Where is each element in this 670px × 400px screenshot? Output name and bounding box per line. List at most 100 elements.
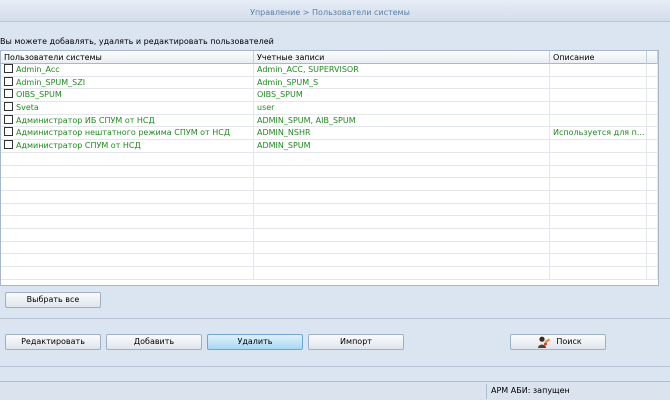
table-row (1, 190, 658, 204)
cell-description (550, 114, 647, 127)
row-checkbox[interactable] (4, 114, 13, 124)
divider-bottom (0, 366, 670, 367)
cell-extra (647, 228, 658, 241)
column-header-description[interactable]: Описание (550, 51, 647, 64)
status-bar: АРМ АБИ: запущен (0, 381, 670, 400)
cell-user: Администратор СПУМ от НСД (1, 140, 254, 153)
search-button[interactable]: Поиск (510, 334, 606, 350)
cell-accounts (254, 203, 550, 216)
cell-accounts: ADMIN_NSHR (254, 127, 550, 140)
table-row[interactable]: Admin_SPUM_SZI Admin_SPUM_S (1, 76, 658, 90)
cell-description (550, 165, 647, 178)
edit-button[interactable]: Редактировать (5, 334, 101, 350)
table-row (1, 165, 658, 179)
cell-accounts (254, 190, 550, 203)
cell-description (550, 102, 647, 115)
cell-extra (647, 102, 658, 115)
cell-description (550, 140, 647, 153)
table-row (1, 241, 658, 255)
cell-extra (647, 89, 658, 102)
user-name: Admin_Acc (16, 65, 60, 74)
table-row (1, 152, 658, 166)
cell-description (550, 254, 647, 267)
cell-description (550, 76, 647, 89)
cell-user (1, 216, 254, 229)
column-header-users[interactable]: Пользователи системы (1, 51, 254, 64)
cell-extra (647, 216, 658, 229)
table-row[interactable]: Администратор СПУМ от НСД ADMIN_SPUM (1, 140, 658, 153)
cell-extra (647, 267, 658, 279)
divider (0, 318, 670, 319)
cell-accounts (254, 228, 550, 241)
cell-extra (647, 76, 658, 89)
cell-description (550, 228, 647, 241)
user-name: Администратор ИБ СПУМ от НСД (16, 115, 155, 125)
user-name: OIBS_SPUM (16, 90, 62, 100)
cell-extra (647, 152, 658, 165)
cell-description (550, 267, 647, 279)
cell-user: Администратор нештатного режима СПУМ от … (1, 127, 254, 140)
table-row[interactable]: Администратор нештатного режима СПУМ от … (1, 127, 658, 141)
cell-extra (647, 165, 658, 178)
cell-extra (647, 64, 658, 76)
row-checkbox[interactable] (4, 64, 13, 73)
table-row[interactable]: Admin_Acc Admin_ACC, SUPERVISOR (1, 64, 658, 77)
table-row (1, 254, 658, 267)
cell-accounts: OIBS_SPUM (254, 89, 550, 102)
cell-extra (647, 241, 658, 254)
cell-accounts (254, 254, 550, 267)
cell-accounts: ADMIN_SPUM (254, 140, 550, 153)
user-name: Admin_SPUM_SZI (16, 77, 86, 87)
cell-user: Sveta (1, 102, 254, 115)
cell-description (550, 203, 647, 216)
user-name: Sveta (16, 103, 39, 113)
row-checkbox[interactable] (4, 102, 13, 112)
cell-extra (647, 254, 658, 267)
cell-description (550, 64, 647, 76)
row-checkbox[interactable] (4, 89, 13, 99)
table-row[interactable]: Sveta user (1, 102, 658, 115)
cell-description (550, 152, 647, 165)
cell-extra (647, 178, 658, 191)
breadcrumb: Управление > Пользователи системы (250, 8, 410, 17)
add-button[interactable]: Добавить (106, 334, 202, 350)
cell-accounts (254, 178, 550, 191)
cell-description (550, 190, 647, 203)
table-header: Пользователи системы Учетные записи Опис… (1, 51, 658, 64)
cell-accounts: ADMIN_SPUM, AIB_SPUM (254, 114, 550, 127)
import-button[interactable]: Импорт (308, 334, 404, 350)
cell-user (1, 267, 254, 279)
row-checkbox[interactable] (4, 140, 13, 150)
row-checkbox[interactable] (4, 76, 13, 86)
cell-extra (647, 140, 658, 153)
select-all-button[interactable]: Выбрать все (5, 292, 101, 308)
table-row[interactable]: Администратор ИБ СПУМ от НСД ADMIN_SPUM, … (1, 114, 658, 128)
user-name: Администратор нештатного режима СПУМ от … (16, 128, 231, 138)
cell-accounts (254, 165, 550, 178)
cell-accounts (254, 152, 550, 165)
cell-user: Admin_Acc (1, 64, 254, 76)
column-header-accounts[interactable]: Учетные записи (254, 51, 550, 64)
cell-user (1, 241, 254, 254)
cell-user: OIBS_SPUM (1, 89, 254, 102)
cell-description (550, 89, 647, 102)
cell-accounts: Admin_ACC, SUPERVISOR (254, 64, 550, 76)
table-row[interactable]: OIBS_SPUM OIBS_SPUM (1, 89, 658, 103)
users-table[interactable]: Пользователи системы Учетные записи Опис… (0, 50, 659, 286)
cell-accounts (254, 216, 550, 229)
cell-user (1, 178, 254, 191)
user-name: Администратор СПУМ от НСД (16, 141, 141, 151)
cell-accounts (254, 241, 550, 254)
delete-button[interactable]: Удалить (207, 334, 303, 350)
column-header-extra (647, 51, 658, 64)
table-row (1, 178, 658, 191)
cell-description (550, 216, 647, 229)
cell-extra (647, 127, 658, 140)
cell-accounts: Admin_SPUM_S (254, 76, 550, 89)
status-text: АРМ АБИ: запущен (491, 386, 570, 395)
cell-user: Администратор ИБ СПУМ от НСД (1, 114, 254, 127)
table-row (1, 228, 658, 242)
cell-description (550, 241, 647, 254)
cell-description: Используется для п... (550, 127, 647, 140)
row-checkbox[interactable] (4, 127, 13, 137)
